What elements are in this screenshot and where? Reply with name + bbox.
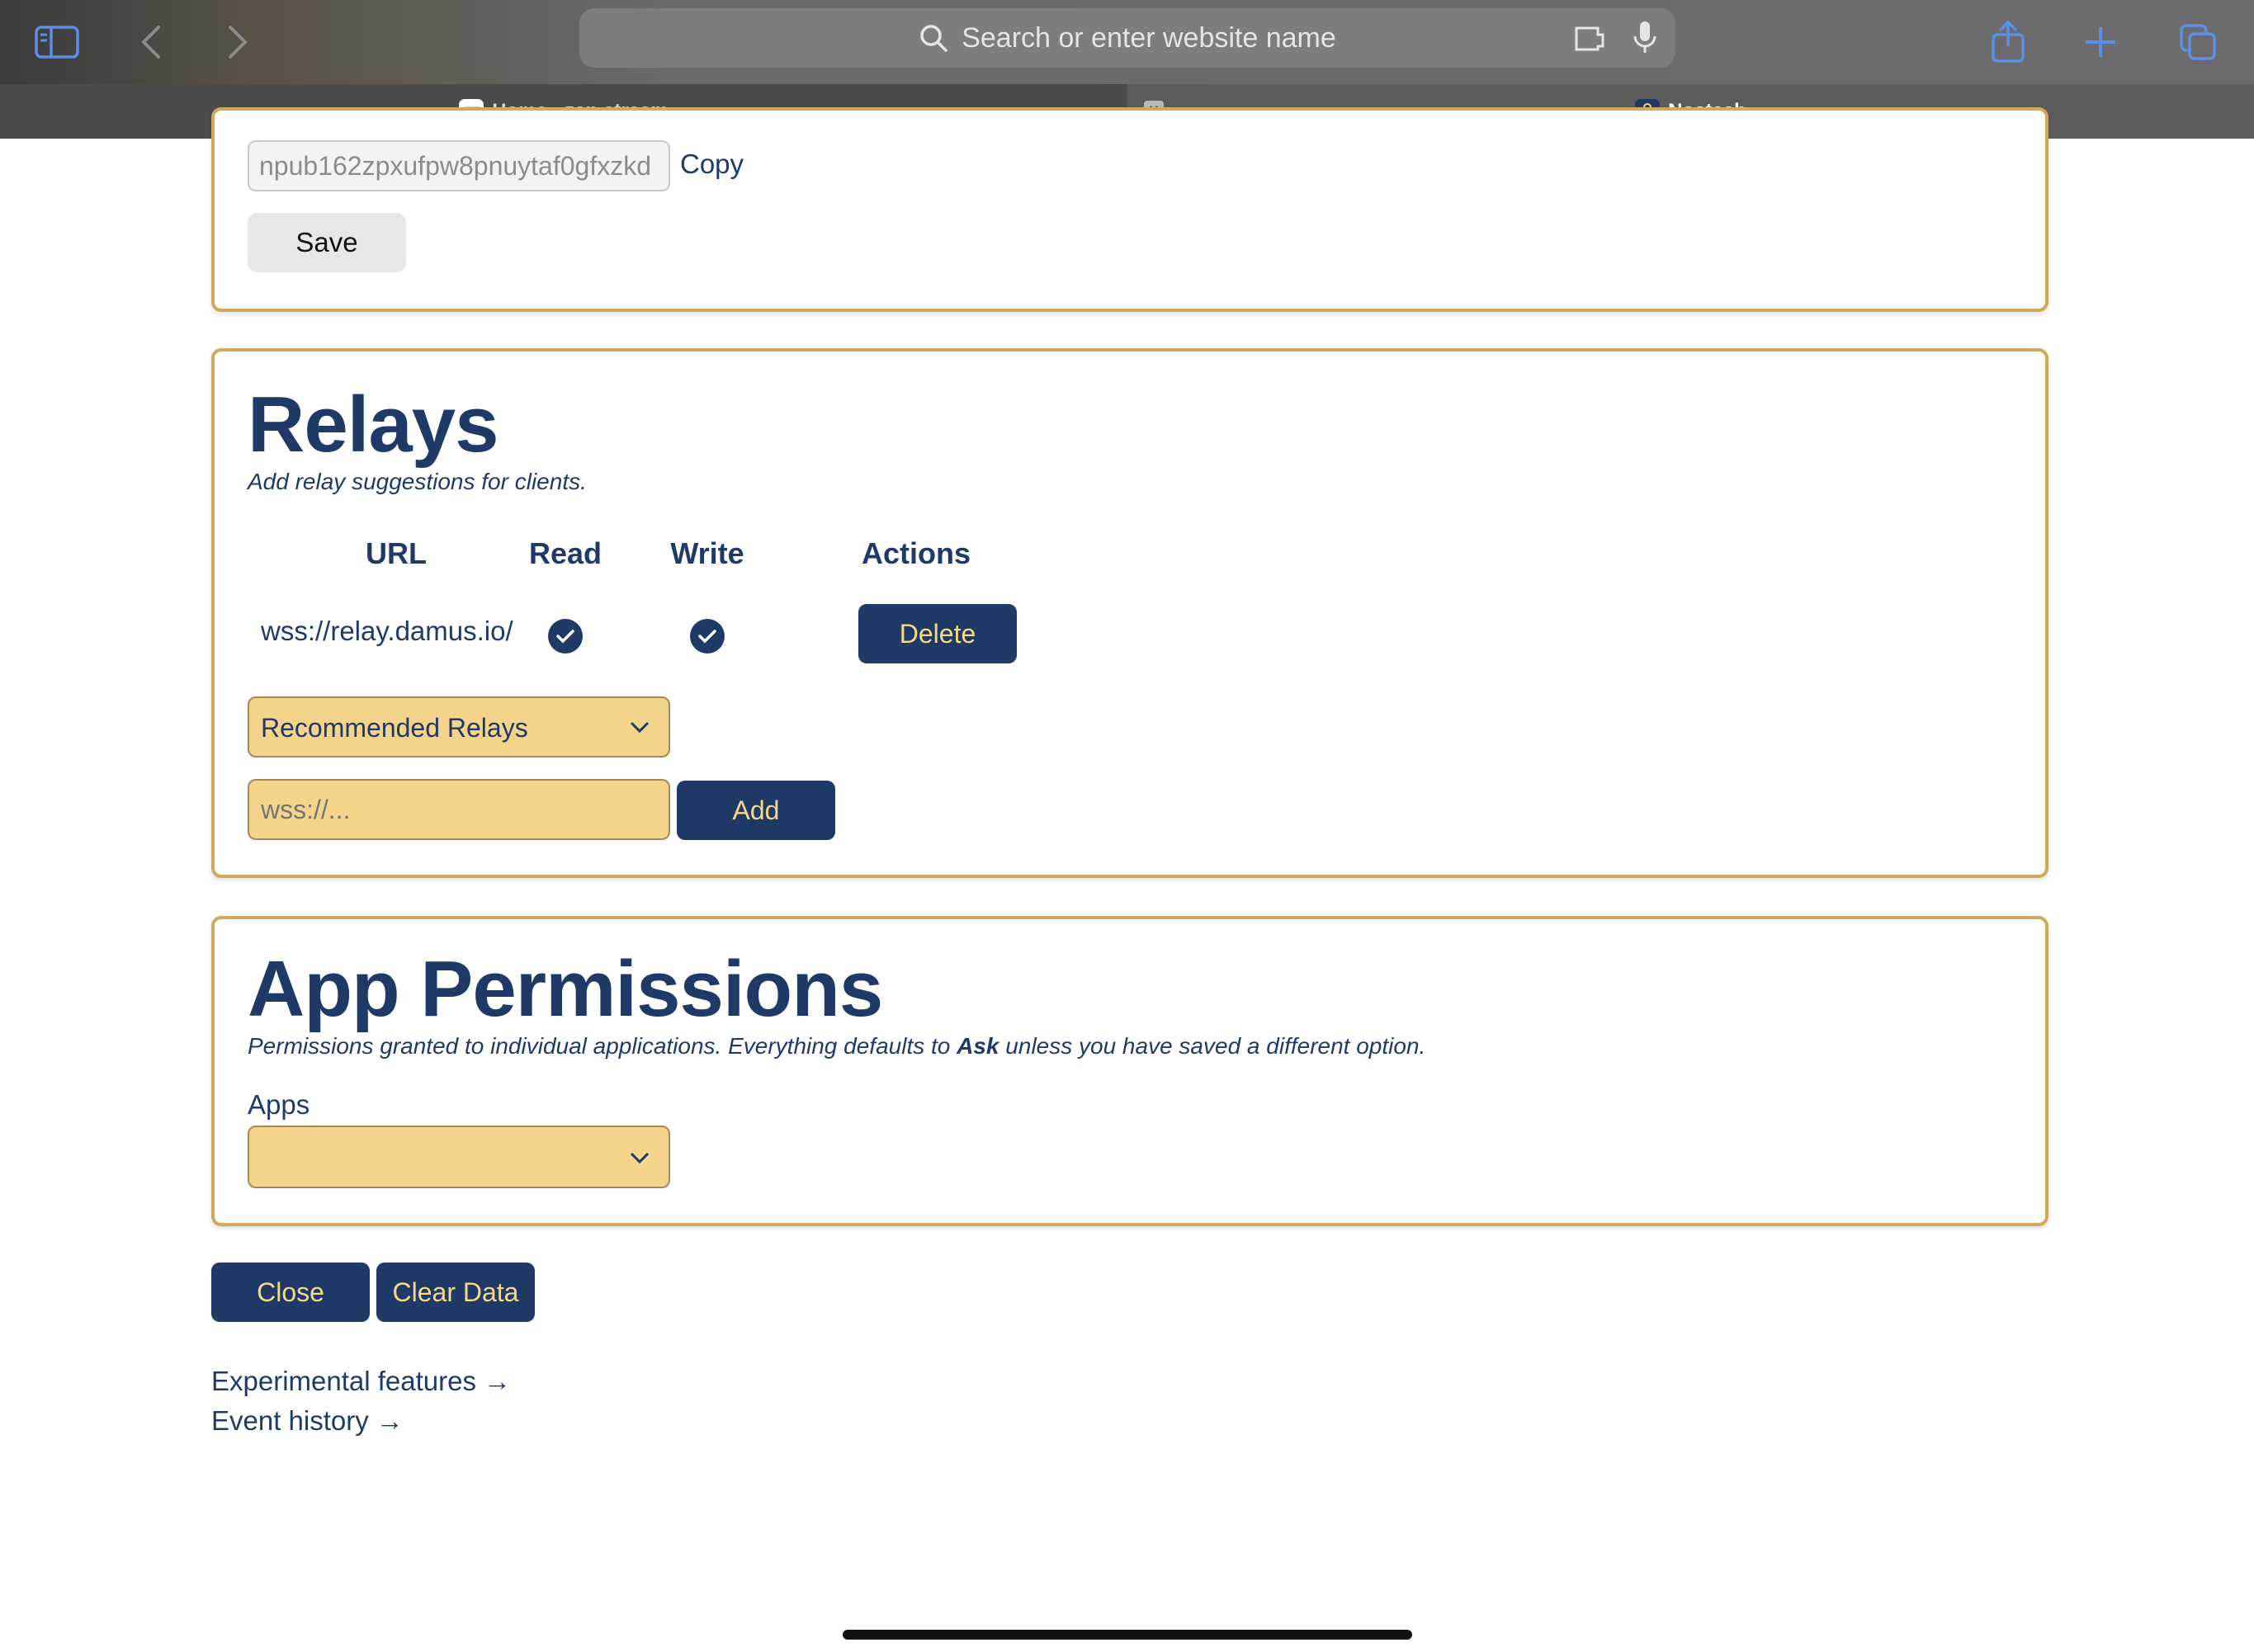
chevron-down-icon (630, 1152, 650, 1164)
subtitle-text-bold: Ask (957, 1033, 999, 1059)
address-placeholder: Search or enter website name (962, 21, 1336, 54)
read-check-icon[interactable] (548, 619, 583, 654)
relays-subtitle: Add relay suggestions for clients. (248, 469, 587, 494)
microphone-icon[interactable] (1633, 20, 1657, 56)
column-header-read: Read (528, 536, 602, 570)
home-indicator (843, 1630, 1412, 1640)
delete-relay-button[interactable]: Delete (858, 604, 1017, 663)
recommended-relays-value: Recommended Relays (261, 713, 528, 743)
forward-icon[interactable] (210, 15, 265, 69)
recommended-relays-select[interactable]: Recommended Relays (248, 696, 670, 758)
copy-button[interactable]: Copy (680, 149, 744, 180)
experimental-features-link[interactable]: Experimental features → (211, 1366, 511, 1397)
column-header-write: Write (670, 536, 744, 570)
extensions-icon[interactable] (1573, 23, 1608, 53)
column-header-actions: Actions (861, 536, 971, 570)
search-icon (920, 25, 947, 52)
back-icon[interactable] (124, 15, 178, 69)
relays-card: Relays Add relay suggestions for clients… (211, 348, 2048, 878)
clear-data-button[interactable]: Clear Data (376, 1263, 535, 1322)
share-icon[interactable] (1981, 15, 2035, 69)
app-permissions-card: App Permissions Permissions granted to i… (211, 916, 2048, 1226)
apps-label: Apps (248, 1089, 310, 1120)
column-header-url: URL (366, 536, 427, 570)
apps-select[interactable] (248, 1126, 670, 1188)
add-relay-button[interactable]: Add (677, 781, 835, 840)
npub-value: npub162zpxufpw8pnuytaf0gfxzkd (259, 151, 652, 181)
relay-url: wss://relay.damus.io/ (261, 616, 513, 646)
save-button[interactable]: Save (248, 213, 406, 272)
address-bar[interactable]: Search or enter website name (579, 8, 1675, 68)
app-permissions-heading: App Permissions (248, 945, 883, 1033)
chevron-down-icon (630, 721, 650, 734)
sidebar-icon[interactable] (30, 15, 84, 69)
subtitle-text-post: unless you have saved a different option… (999, 1033, 1426, 1059)
write-check-icon[interactable] (690, 619, 725, 654)
new-tab-icon[interactable] (2073, 15, 2128, 69)
app-permissions-subtitle: Permissions granted to individual applic… (248, 1033, 1425, 1060)
subtitle-text-pre: Permissions granted to individual applic… (248, 1033, 957, 1059)
npub-field[interactable]: npub162zpxufpw8pnuytaf0gfxzkd (248, 140, 670, 191)
relays-heading: Relays (248, 380, 499, 469)
tab-overview-icon[interactable] (2171, 15, 2225, 69)
new-relay-input[interactable] (248, 779, 670, 840)
close-button[interactable]: Close (211, 1263, 370, 1322)
profile-card: npub162zpxufpw8pnuytaf0gfxzkd Copy Save (211, 107, 2048, 312)
browser-toolbar: Search or enter website name (0, 0, 2254, 84)
event-history-link[interactable]: Event history → (211, 1405, 404, 1437)
